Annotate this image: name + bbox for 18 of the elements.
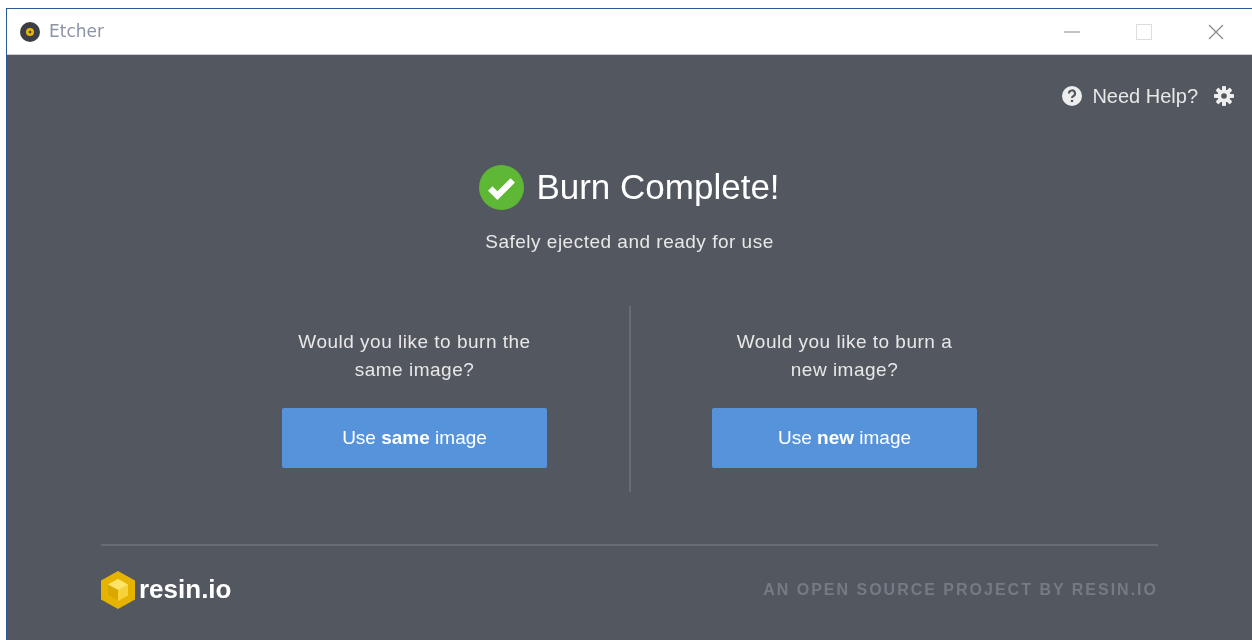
close-icon xyxy=(1208,23,1224,40)
use-image-button[interactable]: Use same image xyxy=(282,408,547,468)
maximize-icon xyxy=(1136,23,1152,40)
settings-icon xyxy=(1214,86,1234,106)
window-title: Etcher xyxy=(49,19,104,43)
help-link[interactable]: Need Help? xyxy=(1062,81,1198,111)
minimize-icon xyxy=(1064,30,1080,33)
result-title: Burn Complete! xyxy=(536,166,780,208)
cube-logo-icon xyxy=(101,570,135,609)
question-text: Would you like to burn a new image? xyxy=(735,330,954,382)
result-subtitle: Safely ejected and ready for use xyxy=(485,229,774,254)
question-text: Would you like to burn the same image? xyxy=(297,330,532,382)
success-icon xyxy=(479,164,525,210)
help-icon xyxy=(1062,86,1083,106)
disc-icon xyxy=(19,20,41,43)
logo-wordmark: resin.io xyxy=(139,573,232,606)
settings-button[interactable] xyxy=(1214,86,1234,106)
use-image-button[interactable]: Use new image xyxy=(712,408,977,468)
